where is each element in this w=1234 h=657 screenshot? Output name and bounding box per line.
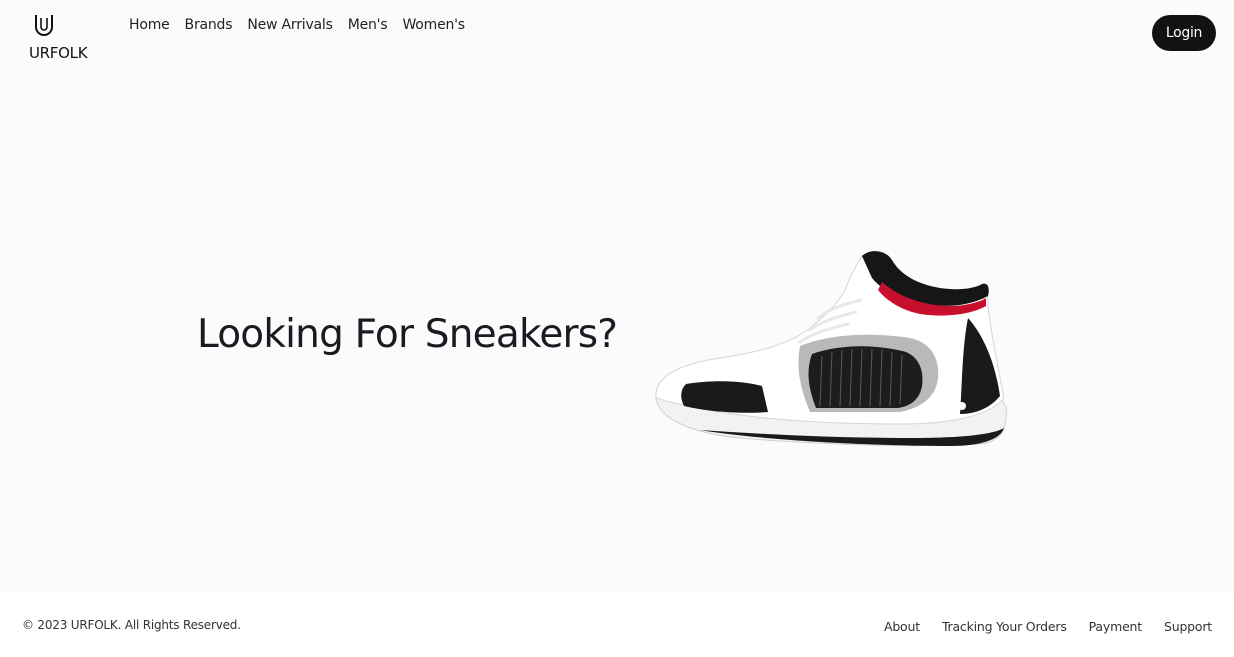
nav-home[interactable]: Home <box>129 17 170 33</box>
nav-new-arrivals[interactable]: New Arrivals <box>247 17 333 33</box>
site-header: URFOLK Home Brands New Arrivals Men's Wo… <box>0 0 1234 70</box>
login-button[interactable]: Login <box>1152 15 1216 51</box>
nav-brands[interactable]: Brands <box>185 17 233 33</box>
page: URFOLK Home Brands New Arrivals Men's Wo… <box>0 0 1234 657</box>
footer-link-payment[interactable]: Payment <box>1089 619 1143 634</box>
footer-link-support[interactable]: Support <box>1164 619 1212 634</box>
nav-womens[interactable]: Women's <box>402 17 465 33</box>
sneaker-image <box>655 251 1007 447</box>
footer-link-tracking-orders[interactable]: Tracking Your Orders <box>942 619 1067 634</box>
hero-title: Looking For Sneakers? <box>197 312 618 357</box>
main-nav: Home Brands New Arrivals Men's Women's <box>129 17 480 33</box>
u-monogram-icon <box>35 15 53 36</box>
footer-link-about[interactable]: About <box>884 619 920 634</box>
nav-mens[interactable]: Men's <box>348 17 388 33</box>
footer-links: About Tracking Your Orders Payment Suppo… <box>862 619 1212 634</box>
copyright-text: © 2023 URFOLK. All Rights Reserved. <box>22 618 241 632</box>
logo[interactable]: URFOLK <box>29 14 95 64</box>
site-footer: © 2023 URFOLK. All Rights Reserved. Abou… <box>0 592 1234 657</box>
logo-text: URFOLK <box>29 44 88 62</box>
